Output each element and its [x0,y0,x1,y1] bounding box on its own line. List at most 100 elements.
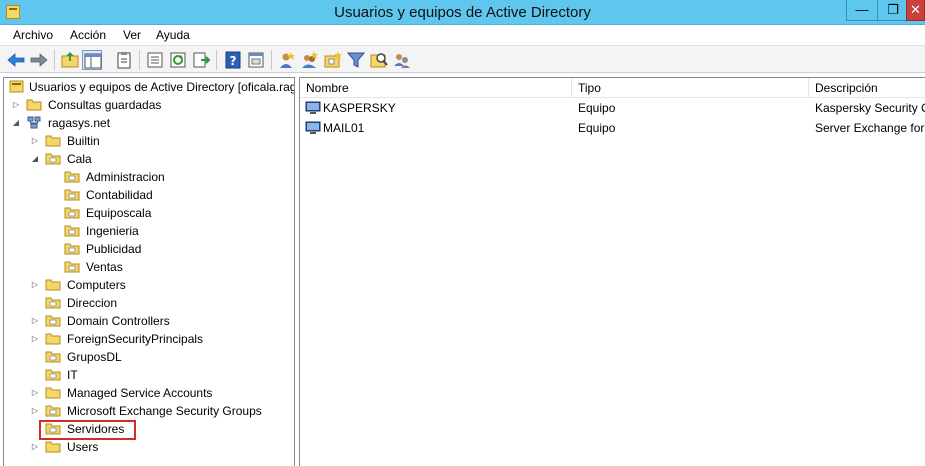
new-group-icon[interactable] [300,50,320,70]
export-list-icon[interactable] [191,50,211,70]
tree-item-managed-service-accounts[interactable]: ▷ Managed Service Accounts [4,384,294,402]
tree-item-administracion[interactable]: Administracion [4,168,294,186]
window-title: Usuarios y equipos de Active Directory [334,4,591,21]
tree-item-users[interactable]: ▷ Users [4,438,294,456]
tree-item-domain-controllers[interactable]: ▷ Domain Controllers [4,312,294,330]
folder-icon [26,98,42,111]
help-icon[interactable]: ? [223,50,243,70]
results-list[interactable]: Nombre Tipo Descripción KASPERSKY Equipo K… [299,77,925,466]
tree-item-label: ForeignSecurityPrincipals [67,332,204,346]
tree-item-label: Managed Service Accounts [67,386,213,400]
forward-arrow-icon[interactable] [29,50,49,70]
tree-item-builtin[interactable]: ▷ Builtin [4,132,294,150]
tree-item-label: Builtin [67,134,100,148]
tree-item-label: Contabilidad [86,188,153,202]
tree-item-publicidad[interactable]: Publicidad [4,240,294,258]
tree-item-label: IT [67,368,78,382]
tree-item-label: ragasys.net [48,116,111,130]
console-icon[interactable] [246,50,266,70]
menu-ayuda[interactable]: Ayuda [156,28,190,42]
folder-icon [45,332,61,345]
tree-item-equiposcala[interactable]: Equiposcala [4,204,294,222]
tree-item-cala[interactable]: ◢ Cala [4,150,294,168]
properties-icon[interactable] [145,50,165,70]
expand-arrow-icon[interactable]: ▷ [31,316,39,326]
folder-icon [45,278,61,291]
tree-item-label: Consultas guardadas [48,98,162,112]
cell-name: MAIL01 [323,121,365,135]
close-button[interactable]: ✕ [906,0,925,21]
selection-highlight-box [39,420,136,440]
menu-accion[interactable]: Acción [70,28,106,42]
expand-arrow-icon[interactable]: ▷ [31,406,39,416]
column-descripcion[interactable]: Descripción [809,78,925,98]
tree-item-label: Equiposcala [86,206,152,220]
tree-item-label: Administracion [86,170,165,184]
folder-icon [45,440,61,453]
tree-root-label: Usuarios y equipos de Active Directory [… [29,80,295,94]
cell-name: KASPERSKY [323,101,396,115]
restore-button[interactable]: ❐ [877,0,909,21]
filter-icon[interactable] [346,50,366,70]
ou-folder-icon [45,296,61,309]
tree-item-gruposdl[interactable]: GruposDL [4,348,294,366]
expand-arrow-icon[interactable]: ▷ [31,388,39,398]
find-icon[interactable] [369,50,389,70]
tree-item-ingenieria[interactable]: Ingenieria [4,222,294,240]
expand-arrow-icon[interactable]: ▷ [31,136,39,146]
column-nombre[interactable]: Nombre [300,78,572,98]
tree-item-it[interactable]: IT [4,366,294,384]
cell-description: Kaspersky Security Ce [815,101,925,115]
menu-bar: Archivo Acción Ver Ayuda [0,25,925,45]
list-row[interactable]: MAIL01 Equipo Server Exchange for r [300,118,925,138]
new-ou-icon[interactable] [323,50,343,70]
minimize-button[interactable]: — [846,0,878,21]
expand-arrow-icon[interactable]: ▷ [12,100,20,110]
ou-folder-icon [64,170,80,183]
tree-item-label: Publicidad [86,242,142,256]
console-tree[interactable]: Usuarios y equipos de Active Directory [… [3,77,295,466]
svg-text:?: ? [230,54,237,68]
show-console-tree-icon[interactable] [82,50,102,70]
ou-folder-icon [45,350,61,363]
back-arrow-icon[interactable] [6,50,26,70]
column-tipo[interactable]: Tipo [572,78,809,98]
ou-folder-icon [45,368,61,381]
ou-folder-icon [64,224,80,237]
tree-item-direccion[interactable]: Direccion [4,294,294,312]
add-to-group-icon[interactable] [392,50,412,70]
tree-item-contabilidad[interactable]: Contabilidad [4,186,294,204]
cell-type: Equipo [578,121,616,135]
tree-root[interactable]: Usuarios y equipos de Active Directory [… [4,78,294,96]
tree-item-ragasys-net[interactable]: ◢ ragasys.net [4,114,294,132]
up-folder-icon[interactable] [60,50,80,70]
folder-icon [45,386,61,399]
clipboard-icon[interactable] [114,50,134,70]
collapse-arrow-icon[interactable]: ◢ [31,154,39,164]
tree-item-consultas-guardadas[interactable]: ▷ Consultas guardadas [4,96,294,114]
list-row[interactable]: KASPERSKY Equipo Kaspersky Security Ce [300,98,925,118]
refresh-icon[interactable] [168,50,188,70]
tree-item-microsoft-exchange-security-groups[interactable]: ▷ Microsoft Exchange Security Groups [4,402,294,420]
ou-folder-icon [45,404,61,417]
folder-icon [45,134,61,147]
menu-archivo[interactable]: Archivo [13,28,53,42]
domain-icon [26,116,42,129]
title-bar: Usuarios y equipos de Active Directory —… [0,0,925,25]
expand-arrow-icon[interactable]: ▷ [31,442,39,452]
ou-folder-icon [64,206,80,219]
tree-item-ventas[interactable]: Ventas [4,258,294,276]
tree-item-label: Users [67,440,99,454]
new-user-icon[interactable] [277,50,297,70]
expand-arrow-icon[interactable]: ▷ [31,280,39,290]
tree-item-foreignsecurityprincipals[interactable]: ▷ ForeignSecurityPrincipals [4,330,294,348]
tree-item-label: Ventas [86,260,123,274]
expand-arrow-icon[interactable]: ▷ [31,334,39,344]
ou-folder-icon [64,188,80,201]
cell-type: Equipo [578,101,616,115]
tree-item-computers[interactable]: ▷ Computers [4,276,294,294]
menu-ver[interactable]: Ver [123,28,141,42]
tree-item-label: Cala [67,152,92,166]
tree-item-label: Domain Controllers [67,314,170,328]
collapse-arrow-icon[interactable]: ◢ [12,118,20,128]
